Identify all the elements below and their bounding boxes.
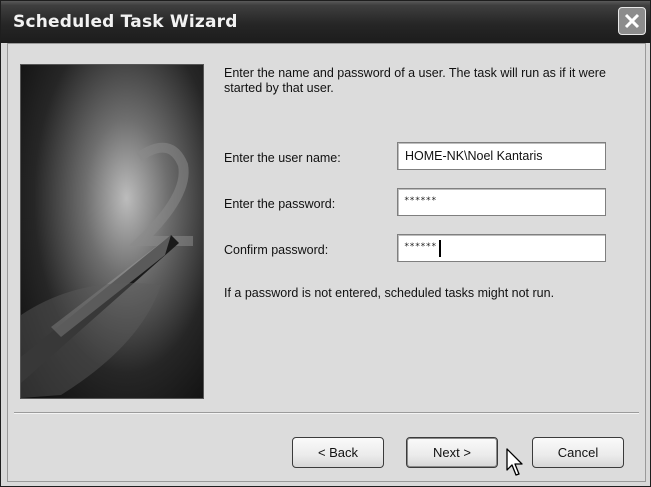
username-field[interactable]: HOME-NK\Noel Kantaris [397, 142, 606, 170]
password-field[interactable]: ****** [397, 188, 606, 216]
close-icon [624, 13, 640, 29]
password-value: ****** [404, 196, 437, 206]
close-button[interactable] [618, 7, 646, 35]
mouse-pointer-icon [506, 448, 523, 476]
username-value: HOME-NK\Noel Kantaris [405, 149, 543, 163]
password-note: If a password is not entered, scheduled … [224, 286, 555, 300]
back-button[interactable]: < Back [292, 437, 384, 468]
wizard-window: Scheduled Task Wizard Enter the name and… [0, 0, 651, 487]
window-title: Scheduled Task Wizard [13, 12, 238, 32]
title-bar[interactable]: Scheduled Task Wizard [1, 1, 650, 43]
username-label: Enter the user name: [224, 151, 341, 165]
confirm-password-field[interactable]: ****** [397, 234, 606, 262]
wizard-body: Enter the name and password of a user. T… [7, 43, 646, 482]
confirm-password-value: ****** [404, 242, 437, 252]
separator [14, 412, 639, 414]
password-label: Enter the password: [224, 197, 336, 211]
cancel-button[interactable]: Cancel [532, 437, 624, 468]
next-button[interactable]: Next > [406, 437, 498, 468]
wizard-illustration [20, 64, 204, 399]
instructions-text: Enter the name and password of a user. T… [224, 66, 606, 95]
confirm-password-label: Confirm password: [224, 243, 329, 257]
text-caret [439, 240, 441, 257]
